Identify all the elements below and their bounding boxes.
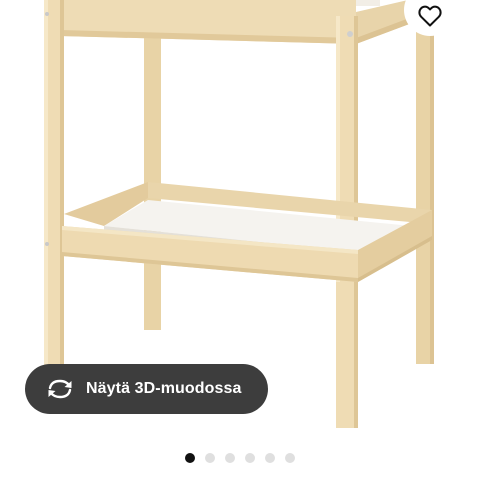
carousel-dot-1[interactable] (185, 453, 195, 463)
carousel-dot-2[interactable] (205, 453, 215, 463)
rotate-arrows-icon (46, 377, 74, 401)
product-gallery: Näytä 3D-muodossa (0, 0, 480, 480)
carousel-dot-6[interactable] (285, 453, 295, 463)
view-in-3d-label: Näytä 3D-muodossa (86, 380, 242, 397)
heart-outline-icon (418, 5, 442, 27)
view-in-3d-button[interactable]: Näytä 3D-muodossa (25, 364, 268, 414)
carousel-dot-4[interactable] (245, 453, 255, 463)
image-carousel-indicator (0, 453, 480, 465)
carousel-dot-5[interactable] (265, 453, 275, 463)
carousel-dot-3[interactable] (225, 453, 235, 463)
